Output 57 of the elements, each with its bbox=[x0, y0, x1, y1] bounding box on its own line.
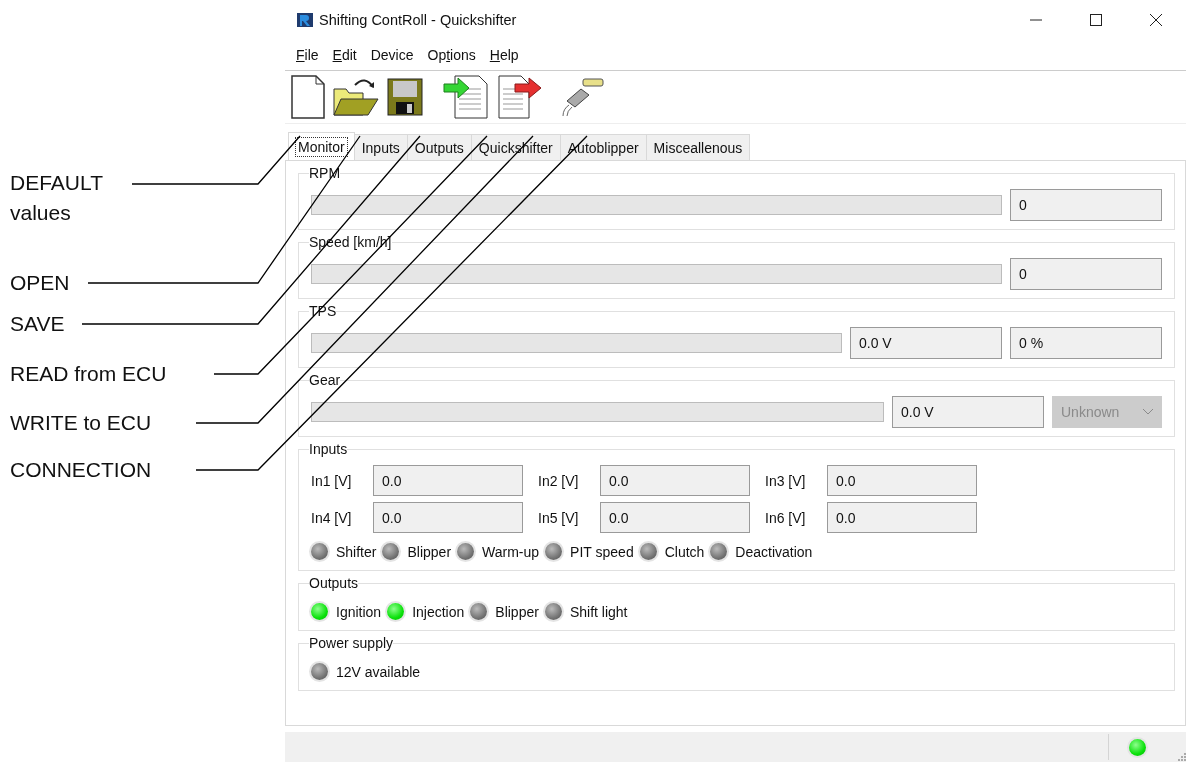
tab[interactable]: Monitor bbox=[288, 132, 355, 160]
value-field: 0.0 bbox=[827, 502, 977, 533]
callout-label: READ from ECU bbox=[10, 361, 167, 387]
open-folder-button[interactable] bbox=[331, 77, 381, 117]
menu-item[interactable]: File bbox=[295, 45, 320, 65]
callout-label: WRITE to ECU bbox=[10, 410, 152, 436]
callout-label: OPEN bbox=[10, 270, 70, 296]
field-label: In6 [V] bbox=[765, 509, 807, 526]
indicator-label: Clutch bbox=[664, 543, 705, 560]
import-button[interactable] bbox=[441, 75, 491, 119]
menu-item[interactable]: Options bbox=[426, 45, 477, 65]
indicator-label: Warm-up bbox=[482, 543, 540, 560]
value-field: 0.0 bbox=[600, 502, 750, 533]
tab[interactable]: Inputs bbox=[353, 134, 408, 160]
window-title: Shifting ContRoll - Quickshifter bbox=[319, 12, 517, 28]
reading-field: 0 bbox=[1010, 189, 1162, 221]
reading-field: 0.0 V bbox=[850, 327, 1002, 359]
value-field: 0.0 bbox=[373, 465, 523, 496]
indicator-label: Shift light bbox=[569, 603, 628, 620]
reading-field: 0.0 V bbox=[892, 396, 1044, 428]
save-button[interactable] bbox=[385, 78, 425, 116]
indicator-label: 12V available bbox=[336, 663, 421, 680]
indicator-label: Blipper bbox=[495, 603, 539, 620]
indicator-label: Ignition bbox=[336, 603, 382, 620]
group-title: Outputs bbox=[309, 575, 359, 591]
indicator-label: Shifter bbox=[336, 543, 377, 560]
field-label: In1 [V] bbox=[311, 472, 353, 489]
tab[interactable]: Misceallenous bbox=[645, 134, 751, 160]
chevron-icon bbox=[1143, 409, 1153, 415]
reading-field: 0 % bbox=[1010, 327, 1162, 359]
field-label: In4 [V] bbox=[311, 509, 353, 526]
group-title: Inputs bbox=[309, 441, 348, 457]
field-label: In3 [V] bbox=[765, 472, 807, 489]
resize-grip-icon bbox=[1178, 753, 1186, 761]
close-icon bbox=[1150, 14, 1162, 26]
menu-item[interactable]: Edit bbox=[331, 45, 358, 65]
value-field: 0.0 bbox=[373, 502, 523, 533]
app-icon bbox=[297, 12, 313, 28]
indicator-label: Blipper bbox=[407, 543, 452, 560]
indicator-label: Deactivation bbox=[735, 543, 813, 560]
callout-label: SAVE bbox=[10, 311, 65, 337]
callout-label: CONNECTION bbox=[10, 457, 152, 483]
indicator-label: PIT speed bbox=[570, 543, 634, 560]
maximize-icon bbox=[1090, 14, 1102, 26]
value-field: 0.0 bbox=[827, 465, 977, 496]
menu-item[interactable]: Device bbox=[369, 45, 415, 65]
callout-label: DEFAULT values bbox=[10, 170, 104, 226]
value-field: 0.0 bbox=[600, 465, 750, 496]
indicator-label: Injection bbox=[412, 603, 465, 620]
menu-item[interactable]: Help bbox=[488, 45, 520, 65]
field-label: In2 [V] bbox=[538, 472, 580, 489]
tab[interactable]: Outputs bbox=[406, 134, 472, 160]
new-file-button[interactable] bbox=[289, 75, 327, 119]
group-title: Gear bbox=[309, 372, 341, 388]
field-label: In5 [V] bbox=[538, 509, 580, 526]
reading-field: 0 bbox=[1010, 258, 1162, 290]
group-title: Power supply bbox=[309, 635, 394, 651]
